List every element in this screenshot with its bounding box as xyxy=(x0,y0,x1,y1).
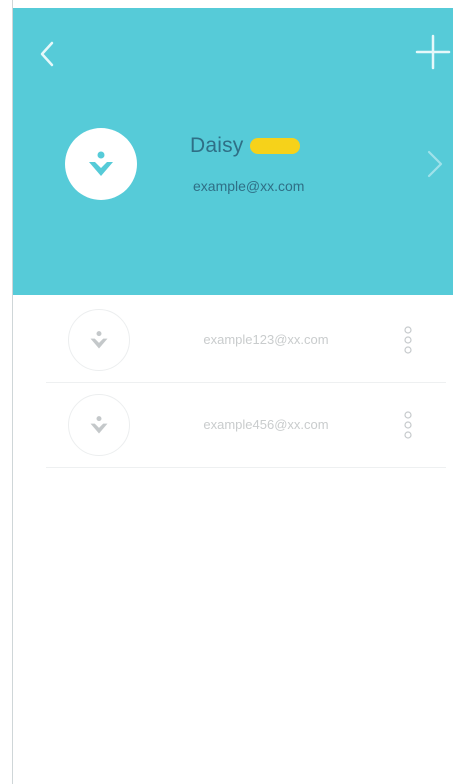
more-vertical-icon xyxy=(404,411,412,439)
role-badge: Owner xyxy=(249,138,300,154)
chevron-right-icon xyxy=(427,150,443,178)
account-email: example456@xx.com xyxy=(203,417,329,432)
account-avatar xyxy=(68,309,130,371)
chevron-left-icon xyxy=(40,41,54,67)
account-row[interactable]: example456@xx.com xyxy=(46,383,446,468)
account-more-button[interactable] xyxy=(396,405,420,445)
back-button[interactable] xyxy=(33,34,61,74)
profile-email: example@xx.com xyxy=(193,178,305,194)
profile-name: Daisy xyxy=(190,134,244,157)
plus-icon xyxy=(415,34,451,70)
account-more-button[interactable] xyxy=(396,320,420,360)
profile-name-row: Daisy Owner xyxy=(190,134,300,158)
profile-details-button[interactable] xyxy=(423,146,447,182)
user-icon xyxy=(90,416,108,434)
more-vertical-icon xyxy=(404,326,412,354)
account-row[interactable]: example123@xx.com xyxy=(46,298,446,383)
profile-header: Daisy Owner example@xx.com xyxy=(13,8,453,295)
add-account-button[interactable] xyxy=(413,32,453,72)
user-icon xyxy=(89,151,113,176)
profile-avatar[interactable] xyxy=(65,128,137,200)
account-screen: Daisy Owner example@xx.com example123@xx… xyxy=(0,0,453,784)
user-icon xyxy=(90,331,108,349)
account-list: example123@xx.com example456@xx.com xyxy=(46,298,446,468)
account-email: example123@xx.com xyxy=(203,332,329,347)
account-avatar xyxy=(68,394,130,456)
